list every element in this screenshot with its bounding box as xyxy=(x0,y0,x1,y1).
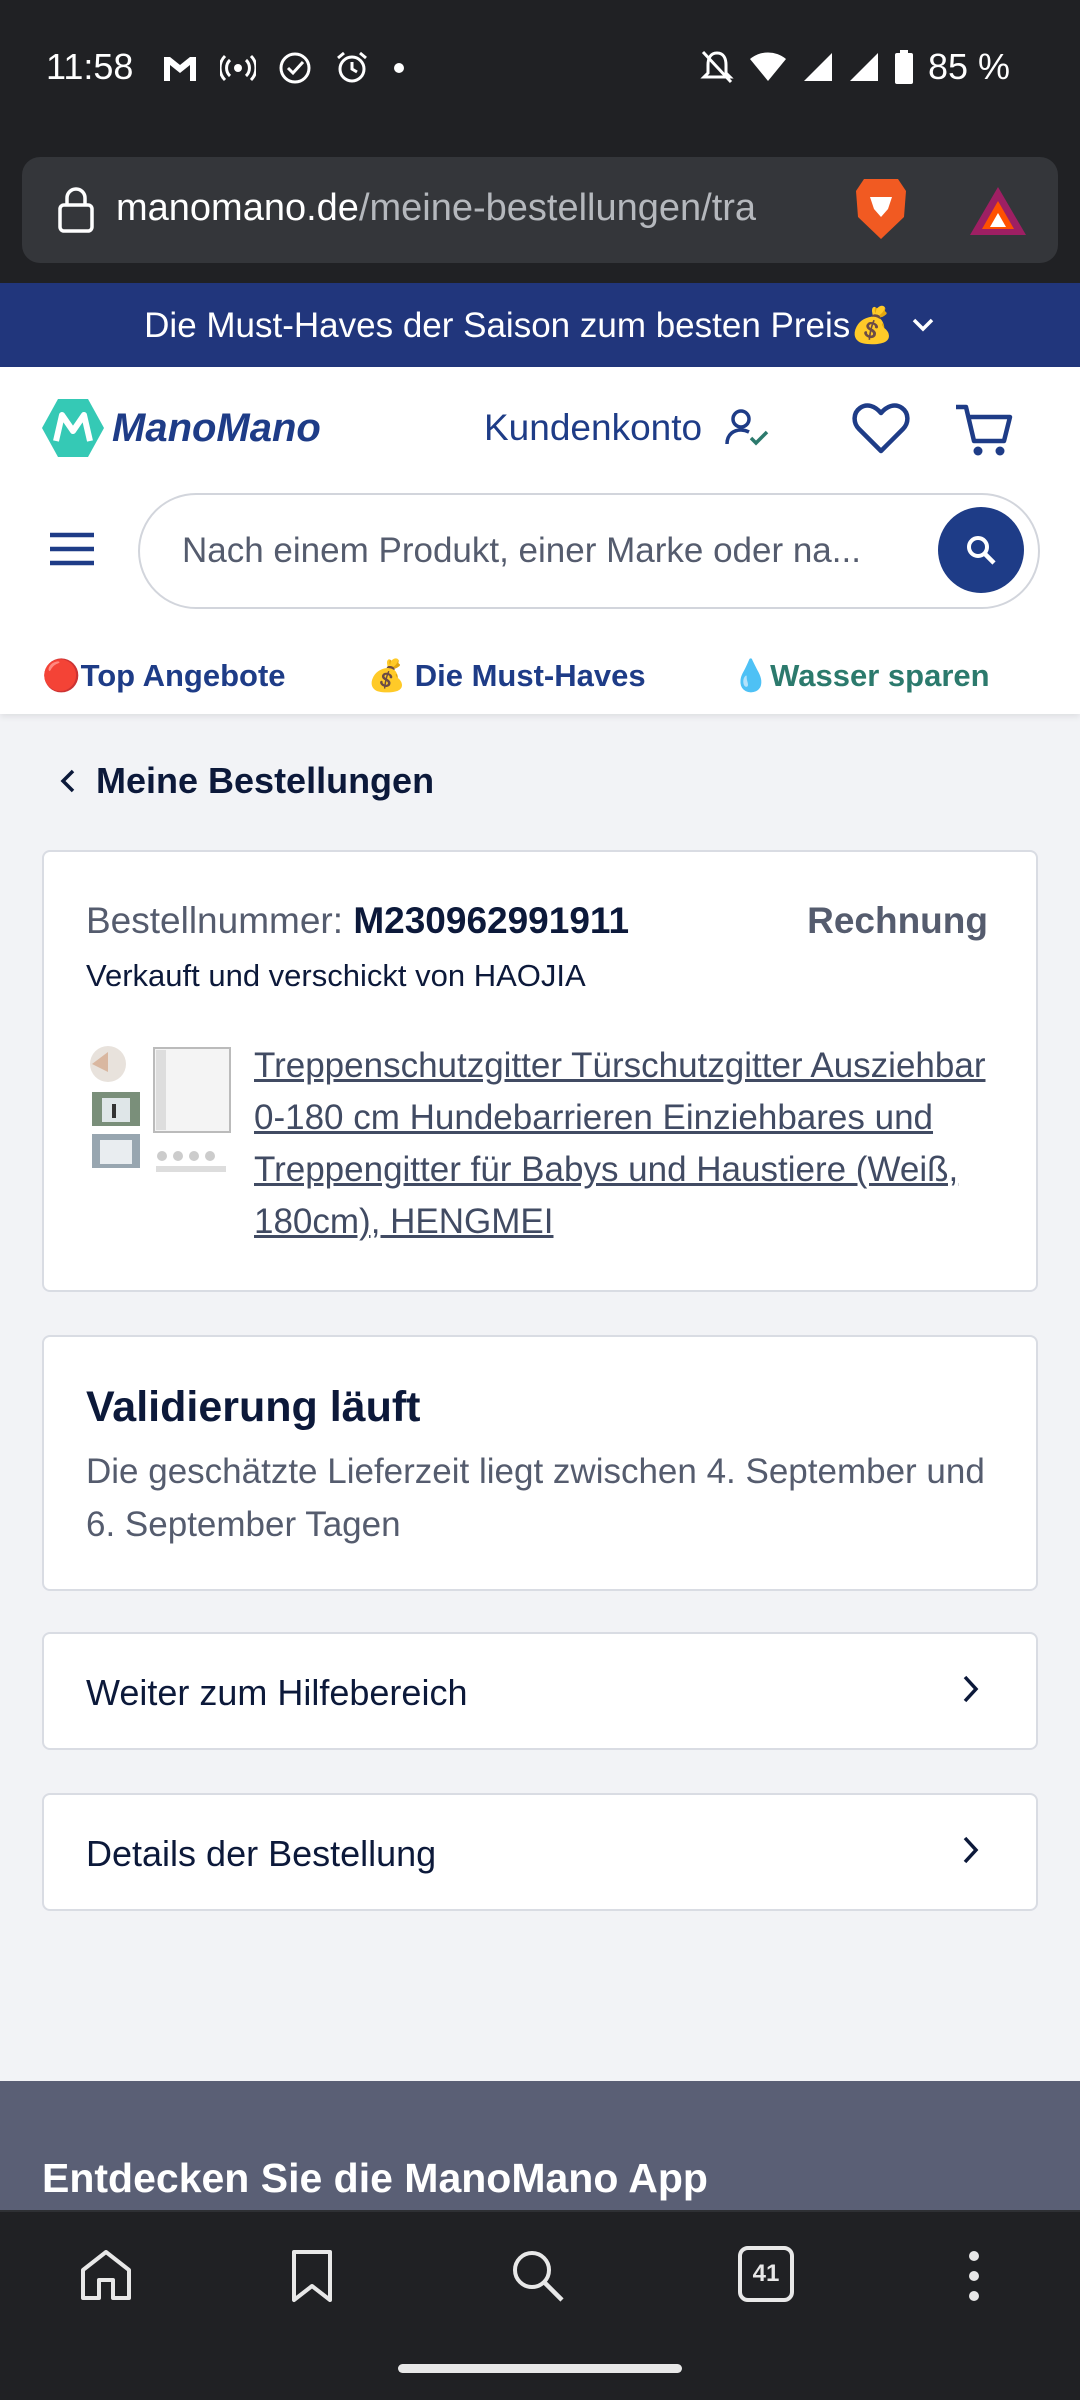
manomano-logo-icon xyxy=(42,399,104,457)
dot-icon xyxy=(394,63,404,73)
brave-shields-icon[interactable] xyxy=(850,175,912,243)
gmail-icon xyxy=(164,57,196,81)
mute-icon xyxy=(700,50,734,84)
search-icon xyxy=(967,536,996,565)
account-label: Kundenkonto xyxy=(484,407,703,448)
search-bar[interactable]: Nach einem Produkt, einer Marke oder na.… xyxy=(138,493,1040,609)
tag-top-angebote[interactable]: 🔴Top Angebote xyxy=(42,657,286,694)
tag-must-haves[interactable]: 💰 Die Must-Haves xyxy=(368,657,646,694)
chevron-left-icon xyxy=(60,769,75,793)
app-promo-section: Entdecken Sie die ManoMano App xyxy=(0,2081,1080,2211)
browser-bottom-bar: 41 xyxy=(0,2210,1080,2335)
status-bar: 11:58 85 % xyxy=(0,0,1080,140)
app-promo-title: Entdecken Sie die ManoMano App xyxy=(42,2155,708,2201)
battery-level: 85 % xyxy=(927,46,1010,87)
home-icon[interactable] xyxy=(78,2248,134,2302)
check-circle-icon xyxy=(279,52,311,84)
tabs-button[interactable]: 41 xyxy=(738,2246,794,2302)
status-title: Validierung läuft xyxy=(86,1383,421,1431)
product-thumbnail[interactable] xyxy=(86,1042,236,1192)
cart-icon[interactable] xyxy=(954,403,1014,459)
back-to-orders-link[interactable]: Meine Bestellungen xyxy=(60,760,434,802)
chevron-right-icon xyxy=(963,1836,979,1864)
promo-banner-text: Die Must-Haves der Saison zum besten Pre… xyxy=(144,305,894,345)
site-header: ManoMano Kundenkonto Nach einem Produkt,… xyxy=(0,367,1080,714)
account-link[interactable]: Kundenkonto xyxy=(484,407,770,449)
user-check-icon xyxy=(725,409,769,446)
promo-banner[interactable]: Die Must-Haves der Saison zum besten Pre… xyxy=(0,283,1080,367)
alarm-icon xyxy=(337,51,367,83)
lock-icon[interactable] xyxy=(56,187,96,233)
battery-icon xyxy=(894,50,913,84)
chevron-down-icon xyxy=(912,318,934,332)
order-card: Bestellnummer: M230962991911 Rechnung Ve… xyxy=(42,850,1038,1292)
search-icon[interactable] xyxy=(510,2248,566,2304)
address-bar[interactable]: manomano.de/meine-bestellungen/tra xyxy=(22,157,1058,263)
more-menu-icon[interactable] xyxy=(964,2248,984,2304)
signal-icon xyxy=(803,53,832,81)
order-number-label: Bestellnummer: xyxy=(86,900,344,941)
wishlist-heart-icon[interactable] xyxy=(852,403,910,455)
url-text[interactable]: manomano.de/meine-bestellungen/tra xyxy=(116,187,846,230)
help-label: Weiter zum Hilfebereich xyxy=(86,1672,468,1713)
back-label: Meine Bestellungen xyxy=(96,760,435,801)
hamburger-menu-icon[interactable] xyxy=(48,531,96,567)
search-button[interactable] xyxy=(938,507,1024,593)
product-title-link[interactable]: Treppenschutzgitter Türschutzgitter Ausz… xyxy=(254,1040,994,1248)
signal-icon xyxy=(849,53,878,81)
bookmark-icon[interactable] xyxy=(288,2248,336,2304)
status-system-icons: 85 % xyxy=(700,46,1010,88)
seller-info: Verkauft und verschickt von HAOJIA xyxy=(86,958,586,993)
home-gesture-pill[interactable] xyxy=(398,2364,682,2373)
manomano-logo[interactable]: ManoMano xyxy=(40,397,321,459)
browser-toolbar: manomano.de/meine-bestellungen/tra xyxy=(0,140,1080,283)
hotspot-icon xyxy=(220,54,256,82)
tab-count: 41 xyxy=(752,2260,780,2287)
url-path: /meine-bestellungen/tra xyxy=(358,187,757,229)
logo-text: ManoMano xyxy=(112,405,321,450)
delivery-estimate: Die geschätzte Lieferzeit liegt zwischen… xyxy=(86,1452,985,1544)
help-center-link[interactable]: Weiter zum Hilfebereich xyxy=(42,1632,1038,1750)
search-input[interactable]: Nach einem Produkt, einer Marke oder na.… xyxy=(182,531,861,571)
bat-rewards-icon[interactable] xyxy=(966,183,1030,239)
order-details-link[interactable]: Details der Bestellung xyxy=(42,1793,1038,1911)
order-number-value: M230962991911 xyxy=(353,900,630,941)
wifi-icon xyxy=(749,52,786,81)
tag-wasser-sparen[interactable]: 💧Wasser sparen xyxy=(732,657,990,694)
details-label: Details der Bestellung xyxy=(86,1833,437,1874)
chevron-right-icon xyxy=(963,1675,979,1703)
order-status-card: Validierung läuft Die geschätzte Lieferz… xyxy=(42,1335,1038,1591)
system-nav-bar xyxy=(0,2335,1080,2400)
status-time: 11:58 xyxy=(46,46,134,87)
status-notification-icons xyxy=(162,50,406,86)
order-number: Bestellnummer: M230962991911 xyxy=(86,900,629,942)
category-tags: 🔴Top Angebote 💰 Die Must-Haves 💧Wasser s… xyxy=(42,657,990,694)
invoice-link[interactable]: Rechnung xyxy=(807,900,988,942)
url-domain: manomano.de xyxy=(116,187,359,229)
